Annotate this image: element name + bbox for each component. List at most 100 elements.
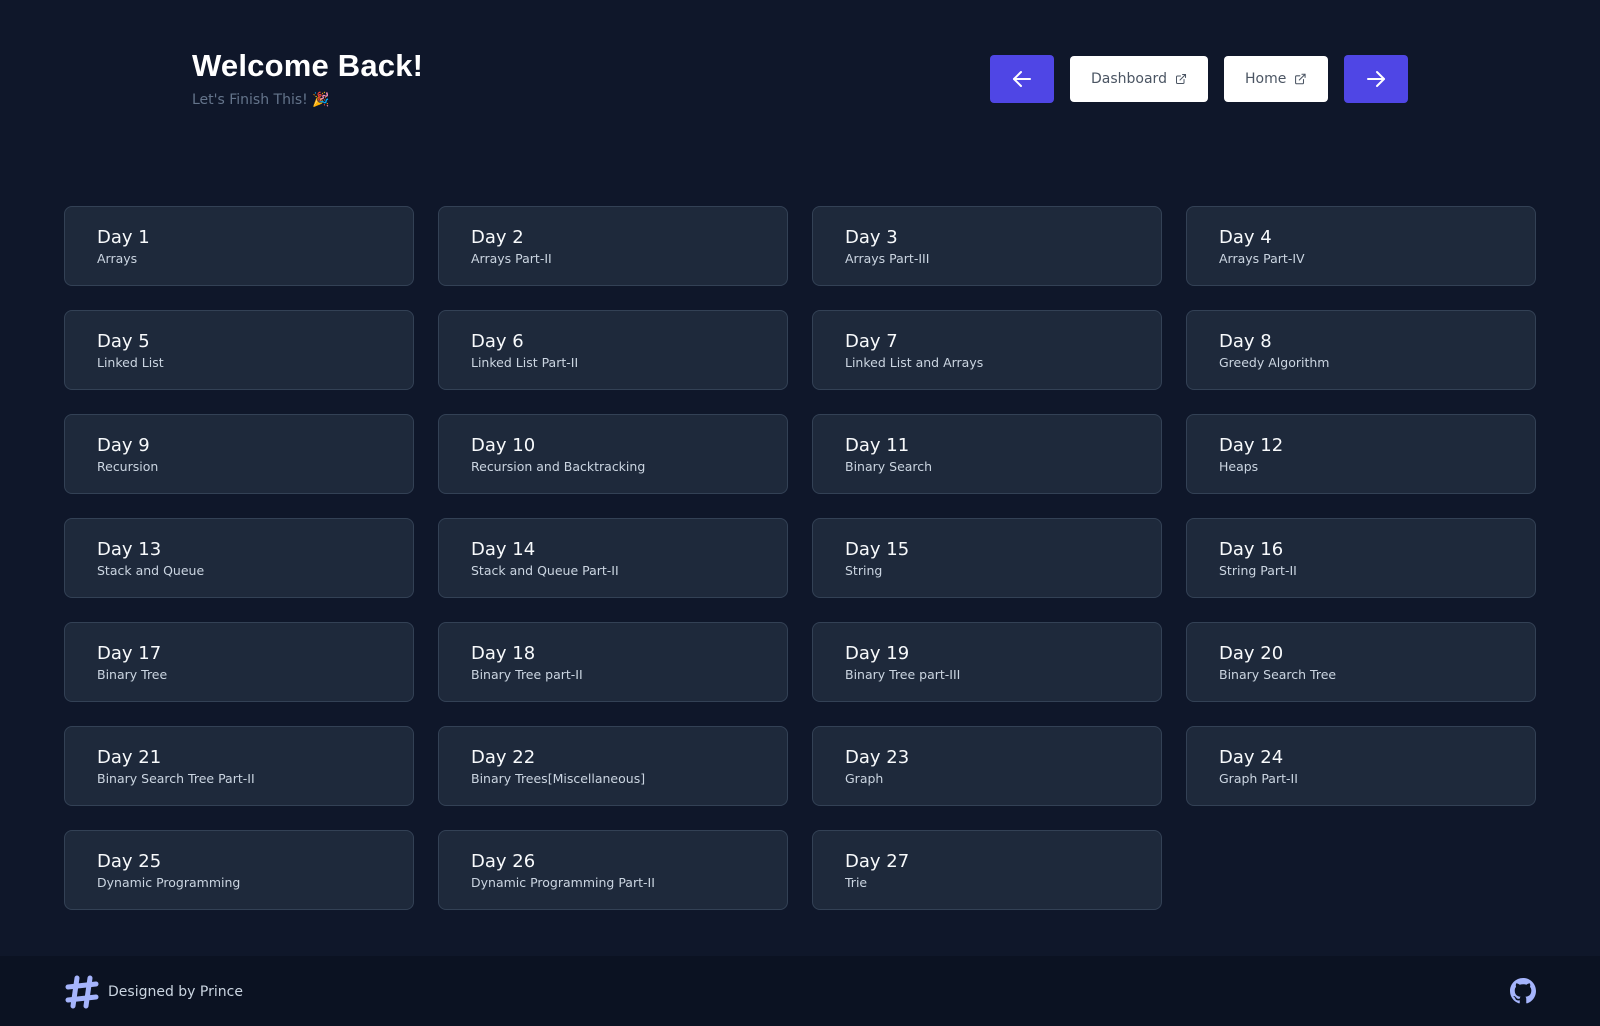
day-card[interactable]: Day 12 Heaps [1186, 414, 1536, 494]
footer-brand: Designed by Prince [64, 974, 243, 1010]
day-number: Day 24 [1219, 747, 1284, 768]
day-number: Day 26 [471, 851, 536, 872]
hashtag-icon [65, 975, 99, 1009]
external-link-icon [1175, 73, 1186, 85]
day-card[interactable]: Day 20 Binary Search Tree [1186, 622, 1536, 702]
day-topic: Dynamic Programming [97, 875, 241, 890]
day-topic: String Part-II [1219, 563, 1297, 578]
day-card[interactable]: Day 6 Linked List Part-II [438, 310, 788, 390]
day-topic: Stack and Queue [97, 563, 205, 578]
day-topic: Binary Search Tree Part-II [97, 771, 255, 786]
day-card[interactable]: Day 9 Recursion [64, 414, 414, 494]
day-card[interactable]: Day 16 String Part-II [1186, 518, 1536, 598]
day-card[interactable]: Day 17 Binary Tree [64, 622, 414, 702]
day-number: Day 9 [97, 435, 150, 456]
day-card[interactable]: Day 27 Trie [812, 830, 1162, 910]
day-card[interactable]: Day 21 Binary Search Tree Part-II [64, 726, 414, 806]
day-number: Day 5 [97, 331, 150, 352]
day-number: Day 22 [471, 747, 536, 768]
day-number: Day 23 [845, 747, 910, 768]
day-number: Day 6 [471, 331, 524, 352]
dashboard-label: Dashboard [1091, 71, 1167, 87]
day-number: Day 20 [1219, 643, 1284, 664]
day-topic: Graph Part-II [1219, 771, 1298, 786]
day-topic: Binary Search [845, 459, 933, 474]
day-number: Day 21 [97, 747, 162, 768]
day-number: Day 2 [471, 227, 524, 248]
page-subtitle: Let's Finish This! 🎉 [192, 92, 330, 108]
day-card[interactable]: Day 14 Stack and Queue Part-II [438, 518, 788, 598]
day-number: Day 25 [97, 851, 162, 872]
day-card[interactable]: Day 1 Arrays [64, 206, 414, 286]
day-number: Day 16 [1219, 539, 1284, 560]
day-card[interactable]: Day 11 Binary Search [812, 414, 1162, 494]
day-grid: Day 1 Arrays Day 2 Arrays Part-II Day 3 Arr… [64, 206, 1536, 910]
day-card[interactable]: Day 26 Dynamic Programming Part-II [438, 830, 788, 910]
day-topic: Stack and Queue Part-II [471, 563, 619, 578]
day-card[interactable]: Day 18 Binary Tree part-II [438, 622, 788, 702]
day-card[interactable]: Day 2 Arrays Part-II [438, 206, 788, 286]
nav-buttons: Dashboard Home [990, 55, 1408, 103]
prev-button[interactable] [990, 55, 1054, 103]
day-card[interactable]: Day 4 Arrays Part-IV [1186, 206, 1536, 286]
day-topic: Binary Tree part-II [471, 667, 583, 682]
day-number: Day 13 [97, 539, 162, 560]
day-topic: Binary Tree [97, 667, 168, 682]
day-topic: Recursion [97, 459, 159, 474]
home-label: Home [1245, 71, 1287, 87]
day-card[interactable]: Day 24 Graph Part-II [1186, 726, 1536, 806]
day-topic: Linked List [97, 355, 164, 370]
day-topic: Arrays Part-II [471, 251, 552, 266]
day-card[interactable]: Day 23 Graph [812, 726, 1162, 806]
day-topic: Binary Search Tree [1219, 667, 1337, 682]
day-topic: Arrays [97, 251, 138, 266]
day-card[interactable]: Day 19 Binary Tree part-III [812, 622, 1162, 702]
day-topic: Dynamic Programming Part-II [471, 875, 655, 890]
day-topic: Arrays Part-IV [1219, 251, 1305, 266]
day-card[interactable]: Day 3 Arrays Part-III [812, 206, 1162, 286]
day-number: Day 11 [845, 435, 910, 456]
day-topic: Graph [845, 771, 884, 786]
next-button[interactable] [1344, 55, 1408, 103]
day-card[interactable]: Day 13 Stack and Queue [64, 518, 414, 598]
day-number: Day 8 [1219, 331, 1272, 352]
github-icon[interactable] [1510, 978, 1536, 1004]
day-number: Day 3 [845, 227, 898, 248]
home-button[interactable]: Home [1224, 56, 1328, 102]
arrow-right-icon [1367, 71, 1385, 87]
day-number: Day 14 [471, 539, 536, 560]
page-title: Welcome Back! [192, 48, 424, 83]
day-number: Day 18 [471, 643, 536, 664]
day-topic: Binary Trees[Miscellaneous] [471, 771, 646, 786]
day-topic: Linked List Part-II [471, 355, 579, 370]
day-topic: Binary Tree part-III [845, 667, 961, 682]
day-number: Day 27 [845, 851, 910, 872]
day-card[interactable]: Day 22 Binary Trees[Miscellaneous] [438, 726, 788, 806]
day-card[interactable]: Day 8 Greedy Algorithm [1186, 310, 1536, 390]
day-card[interactable]: Day 7 Linked List and Arrays [812, 310, 1162, 390]
arrow-left-icon [1013, 71, 1031, 87]
day-number: Day 7 [845, 331, 898, 352]
day-number: Day 15 [845, 539, 910, 560]
day-number: Day 4 [1219, 227, 1272, 248]
day-topic: Heaps [1219, 459, 1259, 474]
dashboard-button[interactable]: Dashboard [1070, 56, 1208, 102]
day-topic: Arrays Part-III [845, 251, 930, 266]
day-card[interactable]: Day 5 Linked List [64, 310, 414, 390]
header: Welcome Back! Let's Finish This! 🎉 Dashb… [0, 0, 1600, 150]
footer: Designed by Prince [0, 956, 1600, 1026]
external-link-icon [1295, 73, 1306, 85]
day-topic: Trie [845, 875, 868, 890]
day-number: Day 12 [1219, 435, 1284, 456]
day-number: Day 19 [845, 643, 910, 664]
welcome-block: Welcome Back! Let's Finish This! 🎉 [192, 48, 423, 108]
day-card[interactable]: Day 15 String [812, 518, 1162, 598]
day-card[interactable]: Day 25 Dynamic Programming [64, 830, 414, 910]
day-topic: Linked List and Arrays [845, 355, 984, 370]
day-number: Day 17 [97, 643, 162, 664]
day-card[interactable]: Day 10 Recursion and Backtracking [438, 414, 788, 494]
day-topic: Recursion and Backtracking [471, 459, 646, 474]
day-topic: Greedy Algorithm [1219, 355, 1330, 370]
footer-credit: Designed by Prince [108, 984, 243, 1000]
day-number: Day 10 [471, 435, 536, 456]
